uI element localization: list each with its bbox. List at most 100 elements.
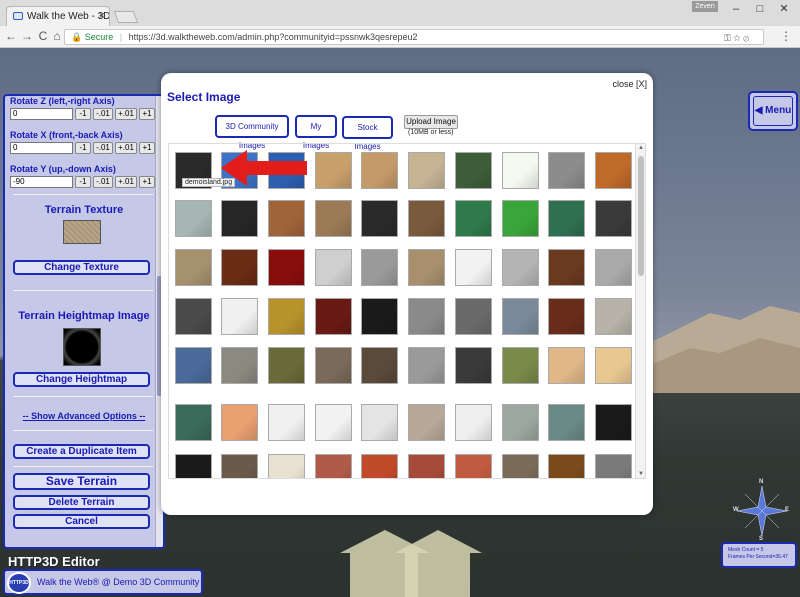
image-tile[interactable] bbox=[268, 298, 305, 335]
reload-icon[interactable]: C bbox=[36, 29, 50, 43]
image-tile[interactable] bbox=[221, 298, 258, 335]
image-tile[interactable] bbox=[548, 404, 585, 441]
window-close-icon[interactable]: ✕ bbox=[774, 2, 794, 16]
image-tile[interactable] bbox=[268, 200, 305, 237]
scroll-up-icon[interactable]: ▲ bbox=[638, 145, 644, 151]
maximize-icon[interactable]: □ bbox=[750, 2, 770, 16]
image-tile[interactable] bbox=[221, 200, 258, 237]
image-tile[interactable] bbox=[548, 298, 585, 335]
rotate-y-input[interactable]: -90 bbox=[10, 176, 73, 188]
image-tile[interactable] bbox=[502, 454, 539, 478]
home-icon[interactable]: ⌂ bbox=[50, 29, 64, 43]
image-tile[interactable] bbox=[315, 152, 352, 189]
image-tile[interactable] bbox=[548, 152, 585, 189]
image-tile[interactable] bbox=[502, 347, 539, 384]
image-tile[interactable] bbox=[315, 200, 352, 237]
upload-image-button[interactable]: Upload Image bbox=[404, 115, 458, 129]
image-tile[interactable] bbox=[175, 347, 212, 384]
image-tile[interactable] bbox=[221, 249, 258, 286]
image-tile[interactable] bbox=[408, 298, 445, 335]
image-tile[interactable] bbox=[175, 200, 212, 237]
image-tile[interactable] bbox=[502, 298, 539, 335]
image-tile[interactable] bbox=[595, 200, 632, 237]
image-tile[interactable] bbox=[315, 249, 352, 286]
user-profile-chip[interactable]: Zeven bbox=[692, 1, 718, 12]
image-tile[interactable] bbox=[548, 454, 585, 478]
change-texture-button[interactable]: Change Texture bbox=[13, 260, 150, 275]
grid-scroll-thumb[interactable] bbox=[638, 156, 644, 276]
menu-button[interactable]: ◀ Menu bbox=[748, 91, 798, 131]
tab-my-images[interactable]: My Images bbox=[295, 115, 337, 150]
tab-stock-images[interactable]: Stock Images bbox=[342, 116, 393, 151]
image-tile[interactable] bbox=[595, 152, 632, 189]
rotate-x-plus1-button[interactable]: +1 bbox=[139, 142, 155, 154]
rotate-y-plus1-button[interactable]: +1 bbox=[139, 176, 155, 188]
image-tile[interactable] bbox=[221, 404, 258, 441]
image-tile[interactable] bbox=[408, 347, 445, 384]
image-tile[interactable] bbox=[315, 404, 352, 441]
image-tile[interactable] bbox=[595, 298, 632, 335]
rotate-z-minus01-button[interactable]: -.01 bbox=[93, 108, 113, 120]
image-tile[interactable] bbox=[595, 404, 632, 441]
rotate-y-plus01-button[interactable]: +.01 bbox=[115, 176, 137, 188]
image-tile[interactable] bbox=[221, 347, 258, 384]
rotate-y-minus01-button[interactable]: -.01 bbox=[93, 176, 113, 188]
image-tile[interactable] bbox=[175, 404, 212, 441]
rotate-x-minus01-button[interactable]: -.01 bbox=[93, 142, 113, 154]
image-tile[interactable] bbox=[502, 152, 539, 189]
grid-scrollbar[interactable]: ▲ ▼ bbox=[635, 144, 645, 478]
image-tile[interactable] bbox=[502, 249, 539, 286]
create-duplicate-button[interactable]: Create a Duplicate Item bbox=[13, 444, 150, 459]
rotate-x-minus1-button[interactable]: -1 bbox=[75, 142, 91, 154]
rotate-x-plus01-button[interactable]: +.01 bbox=[115, 142, 137, 154]
rotate-z-input[interactable]: 0 bbox=[10, 108, 73, 120]
url-input[interactable]: 🔒 Secure | https://3d.walktheweb.com/adm… bbox=[64, 29, 764, 45]
delete-terrain-button[interactable]: Delete Terrain bbox=[13, 495, 150, 510]
rotate-z-plus1-button[interactable]: +1 bbox=[139, 108, 155, 120]
image-tile[interactable] bbox=[455, 454, 492, 478]
cancel-button[interactable]: Cancel bbox=[13, 514, 150, 529]
image-tile[interactable] bbox=[595, 249, 632, 286]
image-tile[interactable] bbox=[408, 454, 445, 478]
image-tile[interactable] bbox=[175, 249, 212, 286]
image-tile[interactable] bbox=[502, 200, 539, 237]
browser-tab[interactable]: Walk the Web - 3D Build × bbox=[6, 6, 110, 26]
community-name[interactable]: Walk the Web® @ Demo 3D Community bbox=[37, 577, 199, 587]
image-tile[interactable] bbox=[361, 200, 398, 237]
image-tile[interactable] bbox=[548, 347, 585, 384]
image-tile[interactable] bbox=[221, 454, 258, 478]
image-tile[interactable] bbox=[175, 298, 212, 335]
image-tile[interactable] bbox=[361, 454, 398, 478]
image-tile[interactable] bbox=[268, 249, 305, 286]
image-tile[interactable] bbox=[268, 404, 305, 441]
image-tile[interactable] bbox=[595, 347, 632, 384]
image-tile[interactable] bbox=[455, 152, 492, 189]
image-tile[interactable] bbox=[548, 200, 585, 237]
image-tile[interactable] bbox=[315, 298, 352, 335]
dialog-close-button[interactable]: close [X] bbox=[612, 79, 647, 89]
image-tile[interactable] bbox=[408, 249, 445, 286]
image-tile[interactable] bbox=[548, 249, 585, 286]
image-tile[interactable] bbox=[595, 454, 632, 478]
image-tile[interactable] bbox=[315, 454, 352, 478]
image-tile[interactable] bbox=[455, 200, 492, 237]
image-tile[interactable] bbox=[455, 347, 492, 384]
scroll-down-icon[interactable]: ▼ bbox=[638, 471, 644, 477]
compass-icon[interactable]: N S E W bbox=[733, 479, 791, 542]
show-advanced-options-link[interactable]: -- Show Advanced Options -- bbox=[10, 411, 158, 421]
image-tile[interactable] bbox=[361, 404, 398, 441]
minimize-icon[interactable]: – bbox=[726, 2, 746, 16]
image-tile[interactable] bbox=[408, 404, 445, 441]
image-tile[interactable] bbox=[175, 454, 212, 478]
tab-close-icon[interactable]: × bbox=[99, 10, 105, 22]
image-tile[interactable] bbox=[315, 347, 352, 384]
browser-menu-icon[interactable]: ⋮ bbox=[780, 29, 792, 43]
image-tile[interactable] bbox=[361, 347, 398, 384]
image-tile[interactable] bbox=[408, 200, 445, 237]
image-tile[interactable] bbox=[268, 454, 305, 478]
image-tile[interactable] bbox=[455, 298, 492, 335]
rotate-y-minus1-button[interactable]: -1 bbox=[75, 176, 91, 188]
image-tile[interactable] bbox=[455, 249, 492, 286]
save-terrain-button[interactable]: Save Terrain bbox=[13, 473, 150, 490]
rotate-x-input[interactable]: 0 bbox=[10, 142, 73, 154]
